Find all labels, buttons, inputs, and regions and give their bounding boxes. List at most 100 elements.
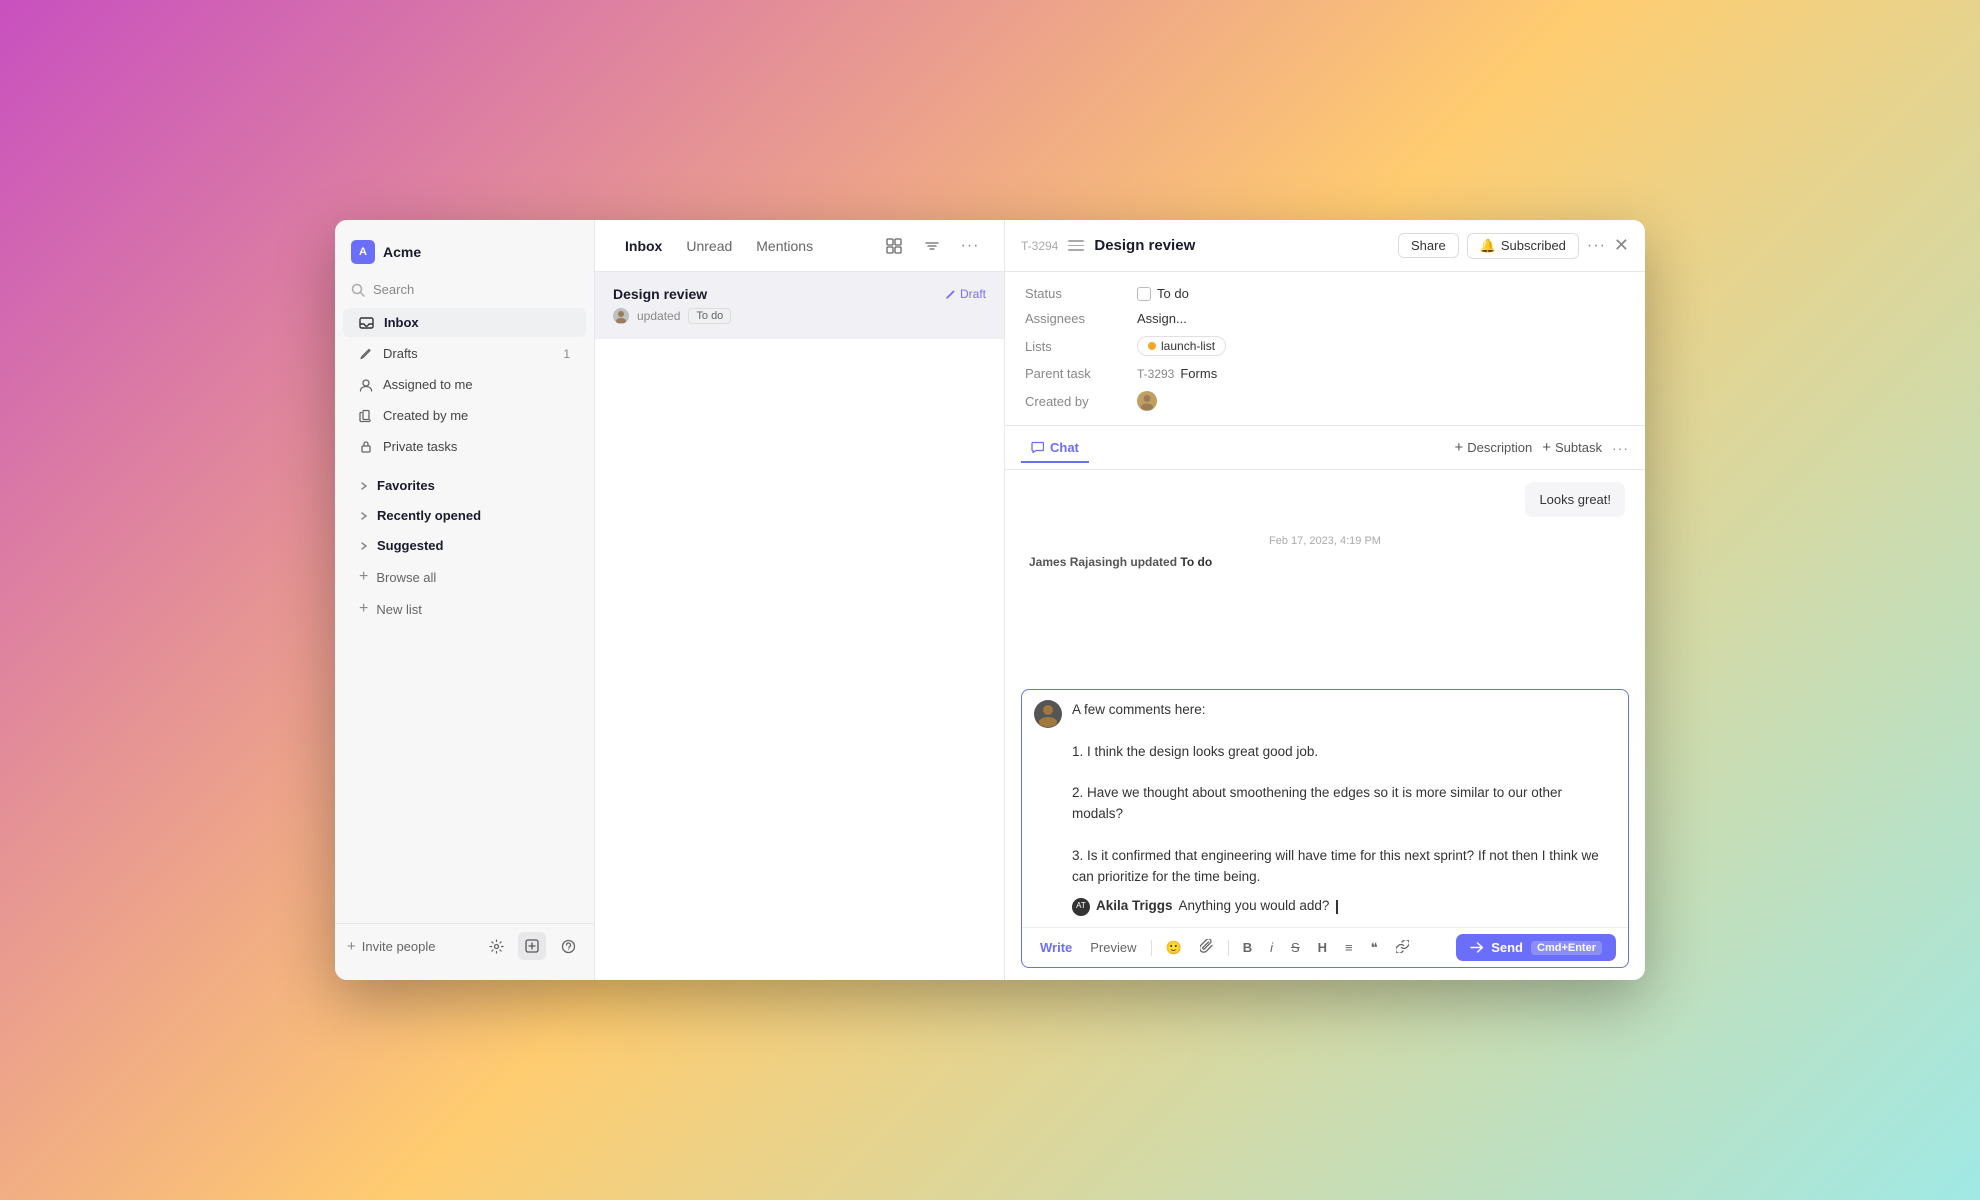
- chat-bubble-icon: [1031, 441, 1044, 454]
- chevron-right-icon3: [359, 541, 369, 551]
- hamburger-icon: [1068, 238, 1084, 254]
- detail-panel: T-3294 Design review Share 🔔 Subscribed …: [1005, 220, 1645, 980]
- assigned-label: Assigned to me: [383, 377, 473, 392]
- new-list-button[interactable]: + New list: [343, 594, 586, 624]
- compose-mention-line: AT Akila Triggs Anything you would add?: [1072, 896, 1616, 917]
- acme-icon: A: [351, 240, 375, 264]
- chat-compose-area: A few comments here: 1. I think the desi…: [1021, 689, 1629, 968]
- send-button[interactable]: Send Cmd+Enter: [1456, 934, 1616, 961]
- compose-line-4: 3. Is it confirmed that engineering will…: [1072, 846, 1616, 888]
- favorites-label: Favorites: [377, 478, 435, 493]
- chat-messages: Looks great! Feb 17, 2023, 4:19 PM James…: [1005, 470, 1645, 689]
- chevron-right-icon2: [359, 511, 369, 521]
- detail-header: T-3294 Design review Share 🔔 Subscribed …: [1005, 220, 1645, 272]
- inbox-header-actions: ···: [880, 232, 984, 260]
- chat-more-button[interactable]: ···: [1612, 440, 1629, 456]
- tab-mentions[interactable]: Mentions: [746, 232, 823, 260]
- list-badge[interactable]: launch-list: [1137, 336, 1226, 356]
- sidebar-section-favorites[interactable]: Favorites: [343, 471, 586, 500]
- sidebar-footer: + Invite people: [335, 923, 594, 968]
- gear-icon: [489, 939, 504, 954]
- settings-button[interactable]: [482, 932, 510, 960]
- italic-button[interactable]: i: [1264, 937, 1279, 958]
- subscribed-button[interactable]: 🔔 Subscribed: [1467, 233, 1579, 259]
- more-options-button[interactable]: ···: [1587, 237, 1606, 255]
- sidebar-section-suggested[interactable]: Suggested: [343, 531, 586, 560]
- task-title: Design review: [1094, 237, 1195, 254]
- help-button[interactable]: [554, 932, 582, 960]
- created-by-value: [1137, 391, 1157, 411]
- toolbar-separator: [1151, 940, 1152, 956]
- close-button[interactable]: ✕: [1614, 235, 1629, 256]
- sidebar-item-inbox[interactable]: Inbox: [343, 308, 586, 337]
- meta-row-status: Status To do: [1025, 286, 1625, 301]
- chat-bubble: Looks great!: [1525, 482, 1625, 517]
- sidebar-item-drafts[interactable]: Drafts 1: [343, 339, 586, 368]
- strikethrough-button[interactable]: S: [1285, 937, 1306, 958]
- inbox-icon: [359, 315, 374, 330]
- system-value: To do: [1180, 555, 1212, 569]
- created-by-label: Created by: [1025, 394, 1125, 409]
- parent-label: Parent task: [1025, 366, 1125, 381]
- invite-people-button[interactable]: + Invite people: [347, 938, 436, 955]
- parent-value: T-3293 Forms: [1137, 366, 1217, 381]
- assignees-value[interactable]: Assign...: [1137, 311, 1187, 326]
- heading-button[interactable]: H: [1312, 937, 1333, 958]
- list-button[interactable]: ≡: [1339, 937, 1359, 958]
- write-button[interactable]: Write: [1034, 937, 1078, 958]
- inbox-item[interactable]: Design review Draft updated To do: [595, 272, 1004, 339]
- mention-text: Anything you would add?: [1179, 896, 1330, 917]
- chat-input-row: A few comments here: 1. I think the desi…: [1022, 690, 1628, 927]
- inbox-view-toggle[interactable]: [880, 232, 908, 260]
- attachment-button[interactable]: [1194, 936, 1220, 959]
- tab-chat[interactable]: Chat: [1021, 434, 1089, 463]
- sidebar-item-private[interactable]: Private tasks: [343, 432, 586, 461]
- task-id: T-3294: [1021, 239, 1058, 253]
- tab-inbox[interactable]: Inbox: [615, 232, 672, 260]
- status-value: To do: [1137, 286, 1189, 301]
- compose-line-1: A few comments here:: [1072, 700, 1616, 721]
- add-subtask-button[interactable]: + Subtask: [1542, 439, 1602, 456]
- inbox-item-status: To do: [688, 308, 731, 324]
- sidebar-section-recently[interactable]: Recently opened: [343, 501, 586, 530]
- compose-spacer-3: [1072, 825, 1616, 846]
- bold-button[interactable]: B: [1237, 937, 1258, 958]
- compose-spacer-2: [1072, 763, 1616, 784]
- emoji-button[interactable]: 🙂: [1160, 937, 1188, 959]
- inbox-label: Inbox: [384, 315, 419, 330]
- system-user: James Rajasingh: [1029, 555, 1127, 569]
- status-checkbox[interactable]: [1137, 287, 1151, 301]
- inbox-more-button[interactable]: ···: [956, 232, 984, 260]
- composer-avatar: [1034, 700, 1062, 728]
- toolbar-separator2: [1228, 940, 1229, 956]
- sidebar-item-created[interactable]: Created by me: [343, 401, 586, 430]
- created-by-avatar: [1137, 391, 1157, 411]
- paperclip-icon: [1200, 939, 1214, 953]
- preview-button[interactable]: Preview: [1084, 937, 1142, 958]
- quote-button[interactable]: ❝: [1365, 937, 1384, 959]
- inbox-tabs: Inbox Unread Mentions: [615, 232, 823, 260]
- inbox-item-avatar: [613, 308, 629, 324]
- link-button[interactable]: [1390, 937, 1415, 959]
- plus-square-icon: [525, 939, 539, 953]
- suggested-label: Suggested: [377, 538, 443, 553]
- drafts-icon: [359, 347, 373, 361]
- search-button[interactable]: Search: [335, 276, 594, 303]
- sidebar-item-assigned[interactable]: Assigned to me: [343, 370, 586, 399]
- assigned-icon: [359, 378, 373, 392]
- mention-avatar: AT: [1072, 898, 1090, 916]
- pencil-icon: [945, 289, 956, 300]
- created-label: Created by me: [383, 408, 468, 423]
- add-description-button[interactable]: + Description: [1454, 439, 1532, 456]
- drafts-label: Drafts: [383, 346, 418, 361]
- tab-unread[interactable]: Unread: [676, 232, 742, 260]
- browse-all-button[interactable]: + Browse all: [343, 562, 586, 592]
- share-button[interactable]: Share: [1398, 233, 1459, 258]
- inbox-panel: Inbox Unread Mentions: [595, 220, 1005, 980]
- chat-tabs: Chat + Description + Subtask ···: [1005, 426, 1645, 470]
- new-item-button[interactable]: [518, 932, 546, 960]
- chat-section: Chat + Description + Subtask ···: [1005, 426, 1645, 980]
- chat-input-content[interactable]: A few comments here: 1. I think the desi…: [1072, 700, 1616, 917]
- inbox-filter-button[interactable]: [918, 232, 946, 260]
- list-dot: [1148, 342, 1156, 350]
